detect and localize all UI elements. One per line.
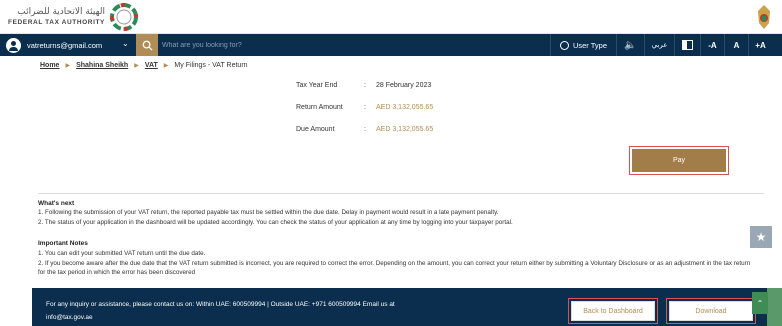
download-button[interactable]: Download <box>669 301 753 321</box>
fta-ring-logo-icon <box>109 3 138 31</box>
contrast-toggle[interactable] <box>674 34 700 56</box>
user-email: vatreturns@gmail.com <box>27 40 103 50</box>
contact-line: For any inquiry or assistance, please co… <box>46 301 395 308</box>
top-navbar: vatreturns@gmail.com ⌄ User Type 🔈 عربي … <box>0 34 782 56</box>
breadcrumb-separator-icon: ▶ <box>163 63 169 69</box>
whats-next-item: 1. Following the submission of your VAT … <box>38 209 499 216</box>
search-icon <box>142 40 153 51</box>
breadcrumb-account[interactable]: Shahina Sheikh <box>76 62 128 69</box>
user-type-icon <box>559 40 569 50</box>
search-button[interactable] <box>136 34 158 56</box>
footer-bar: For any inquiry or assistance, please co… <box>32 288 767 326</box>
whats-next-title: What's next <box>38 200 75 207</box>
summary-label: Due Amount <box>296 126 335 133</box>
breadcrumb-current: My Filings - VAT Return <box>174 62 248 69</box>
logo-english-text: FEDERAL TAX AUTHORITY <box>8 19 105 26</box>
breadcrumb-separator-icon: ▶ <box>65 63 71 69</box>
summary-colon: : <box>364 126 366 133</box>
breadcrumb-home[interactable]: Home <box>40 62 59 69</box>
breadcrumb-vat[interactable]: VAT <box>145 62 158 69</box>
uae-emblem-icon <box>758 5 770 29</box>
fta-logo[interactable]: الهيئة الاتحادية للضرائب FEDERAL TAX AUT… <box>8 2 139 32</box>
summary-row-due-amount: Due Amount : AED 3,132,055.65 <box>296 126 433 133</box>
speaker-icon[interactable]: 🔈 <box>616 34 644 56</box>
user-type-label: User Type <box>572 40 608 50</box>
user-avatar-icon <box>6 37 21 53</box>
pay-button[interactable]: Pay <box>632 149 726 172</box>
user-menu[interactable]: vatreturns@gmail.com ⌄ <box>0 34 135 56</box>
important-note-item: 2. If you become aware after the due dat… <box>38 260 751 276</box>
summary-label: Tax Year End <box>296 82 338 89</box>
contrast-icon <box>682 40 693 50</box>
return-amount-value: AED 3,132,055.65 <box>376 104 434 111</box>
contact-email[interactable]: info@tax.gov.ae <box>46 311 486 324</box>
contact-info: For any inquiry or assistance, please co… <box>46 298 486 324</box>
important-notes-title: Important Notes <box>38 240 88 247</box>
summary-label: Return Amount <box>296 104 343 111</box>
breadcrumb-separator-icon: ▶ <box>134 63 139 69</box>
font-normal-button[interactable]: A <box>724 34 748 56</box>
chevron-down-icon[interactable]: ⌄ <box>122 39 129 48</box>
due-amount-value: AED 3,132,055.65 <box>376 126 434 133</box>
summary-row-return-amount: Return Amount : AED 3,132,055.65 <box>296 104 433 111</box>
user-type-selector[interactable]: User Type <box>550 34 616 56</box>
whats-next-item: 2. The status of your application in the… <box>38 219 513 226</box>
brand-header: الهيئة الاتحادية للضرائب FEDERAL TAX AUT… <box>0 0 782 34</box>
tax-year-end-value: 28 February 2023 <box>376 82 432 89</box>
font-increase-button[interactable]: +A <box>748 34 772 56</box>
side-edge <box>767 288 782 326</box>
back-to-dashboard-button[interactable]: Back to Dashboard <box>571 301 655 321</box>
logo-arabic-text: الهيئة الاتحادية للضرائب <box>17 7 105 17</box>
summary-row-tax-year-end: Tax Year End : 28 February 2023 <box>296 82 431 89</box>
summary-colon: : <box>364 104 366 111</box>
breadcrumb: Home ▶ Shahina Sheikh ▶ VAT ▶ My Filings… <box>40 62 248 69</box>
important-note-item: 1. You can edit your submitted VAT retur… <box>38 250 206 257</box>
search-input[interactable] <box>162 37 542 53</box>
divider <box>38 193 764 194</box>
summary-colon: : <box>364 82 366 89</box>
star-icon[interactable]: ★ <box>750 226 772 248</box>
font-decrease-button[interactable]: -A <box>700 34 724 56</box>
language-arabic-link[interactable]: عربي <box>644 34 674 56</box>
scroll-to-top-icon[interactable]: ⌃ <box>752 292 768 314</box>
